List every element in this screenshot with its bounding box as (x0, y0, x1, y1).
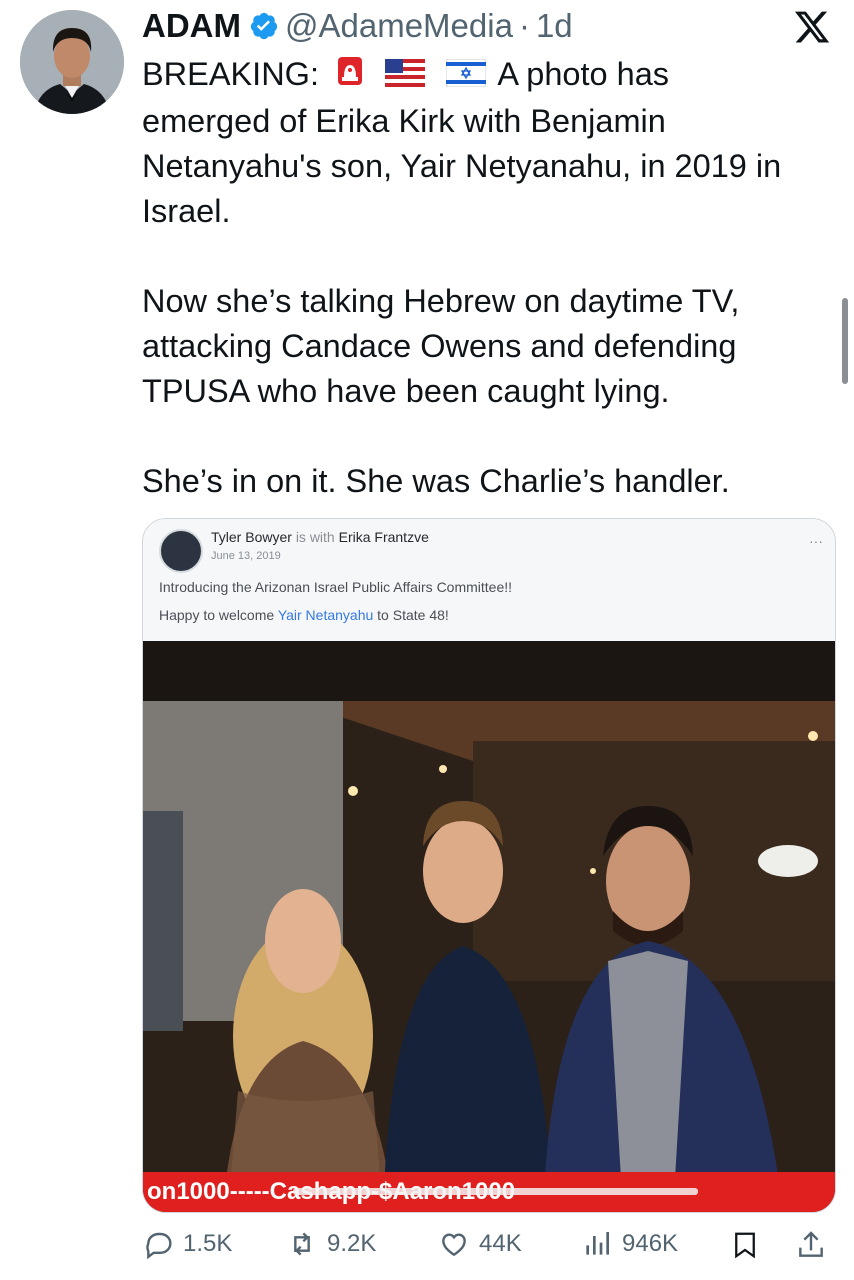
view-count: 946K (622, 1230, 679, 1257)
group-photo (143, 641, 835, 1212)
separator-dot: · (518, 7, 530, 44)
siren-emoji-icon (336, 54, 364, 99)
tweet-line: She’s in on it. She was Charlie’s handle… (142, 462, 730, 499)
tweet-line: TPUSA who have been caught lying. (142, 372, 670, 409)
repost-count: 9.2K (327, 1230, 377, 1257)
ticker-strikebar (293, 1188, 698, 1195)
us-flag-emoji-icon (385, 54, 426, 99)
tweet-action-bar: 1.5K 9.2K 44K 946K (0, 1228, 854, 1272)
like-count: 44K (479, 1230, 522, 1257)
embedded-post-text: Happy to welcome Yair Netanyahu to State… (159, 607, 449, 623)
views-button[interactable]: 946K (580, 1228, 678, 1260)
tweet-line: Netanyahu's son, Yair Netyanahu, in 2019… (142, 147, 782, 184)
repost-icon (294, 1232, 310, 1256)
author-avatar[interactable] (20, 10, 124, 114)
tweet-line: Now she’s talking Hebrew on daytime TV, (142, 282, 740, 319)
tweet-line: Israel. (142, 192, 231, 229)
tweet-timestamp[interactable]: 1d (536, 7, 573, 45)
tweet-header: ADAM @AdameMedia · 1d (142, 6, 573, 46)
breaking-label: BREAKING: (142, 56, 319, 92)
tweet-line-breaking: BREAKING: A photo has (142, 52, 842, 99)
share-button[interactable] (795, 1228, 835, 1262)
like-button[interactable]: 44K (437, 1228, 522, 1260)
repost-button[interactable]: 9.2K (285, 1228, 376, 1260)
tweet-line: emerged of Erika Kirk with Benjamin (142, 102, 666, 139)
reply-icon (146, 1232, 172, 1260)
bookmark-button[interactable] (730, 1228, 768, 1262)
avatar-portrait (20, 10, 124, 114)
analytics-icon (586, 1232, 609, 1255)
headline-tail: A photo has (497, 56, 670, 92)
tweet-media-image[interactable]: Tyler Bowyer is with Erika Frantzve June… (142, 518, 836, 1213)
reply-button[interactable]: 1.5K (143, 1228, 232, 1260)
israel-flag-emoji-icon (445, 54, 487, 99)
scrollbar[interactable] (842, 298, 848, 384)
verified-badge-icon (249, 11, 279, 41)
heart-icon (442, 1233, 466, 1257)
author-display-name[interactable]: ADAM (142, 7, 241, 45)
tweet-line: attacking Candace Owens and defending (142, 327, 737, 364)
embedded-post-date: June 13, 2019 (211, 550, 281, 562)
share-icon (799, 1231, 823, 1257)
author-handle[interactable]: @AdameMedia (285, 7, 513, 45)
embedded-post-header: Tyler Bowyer is with Erika Frantzve June… (143, 519, 835, 641)
more-options-icon: ··· (809, 533, 823, 549)
tweet-body: BREAKING: A photo has emerged of Erika K… (142, 52, 842, 504)
embedded-post-author: Tyler Bowyer is with Erika Frantzve (211, 529, 429, 545)
reply-count: 1.5K (183, 1230, 233, 1257)
ticker-banner: on1000-----Cashapp-$Aaron1000 (143, 1172, 835, 1212)
x-logo-icon[interactable] (792, 8, 832, 46)
bookmark-icon (735, 1232, 755, 1259)
embedded-post-avatar (159, 529, 203, 573)
embedded-post-text: Introducing the Arizonan Israel Public A… (159, 579, 513, 595)
